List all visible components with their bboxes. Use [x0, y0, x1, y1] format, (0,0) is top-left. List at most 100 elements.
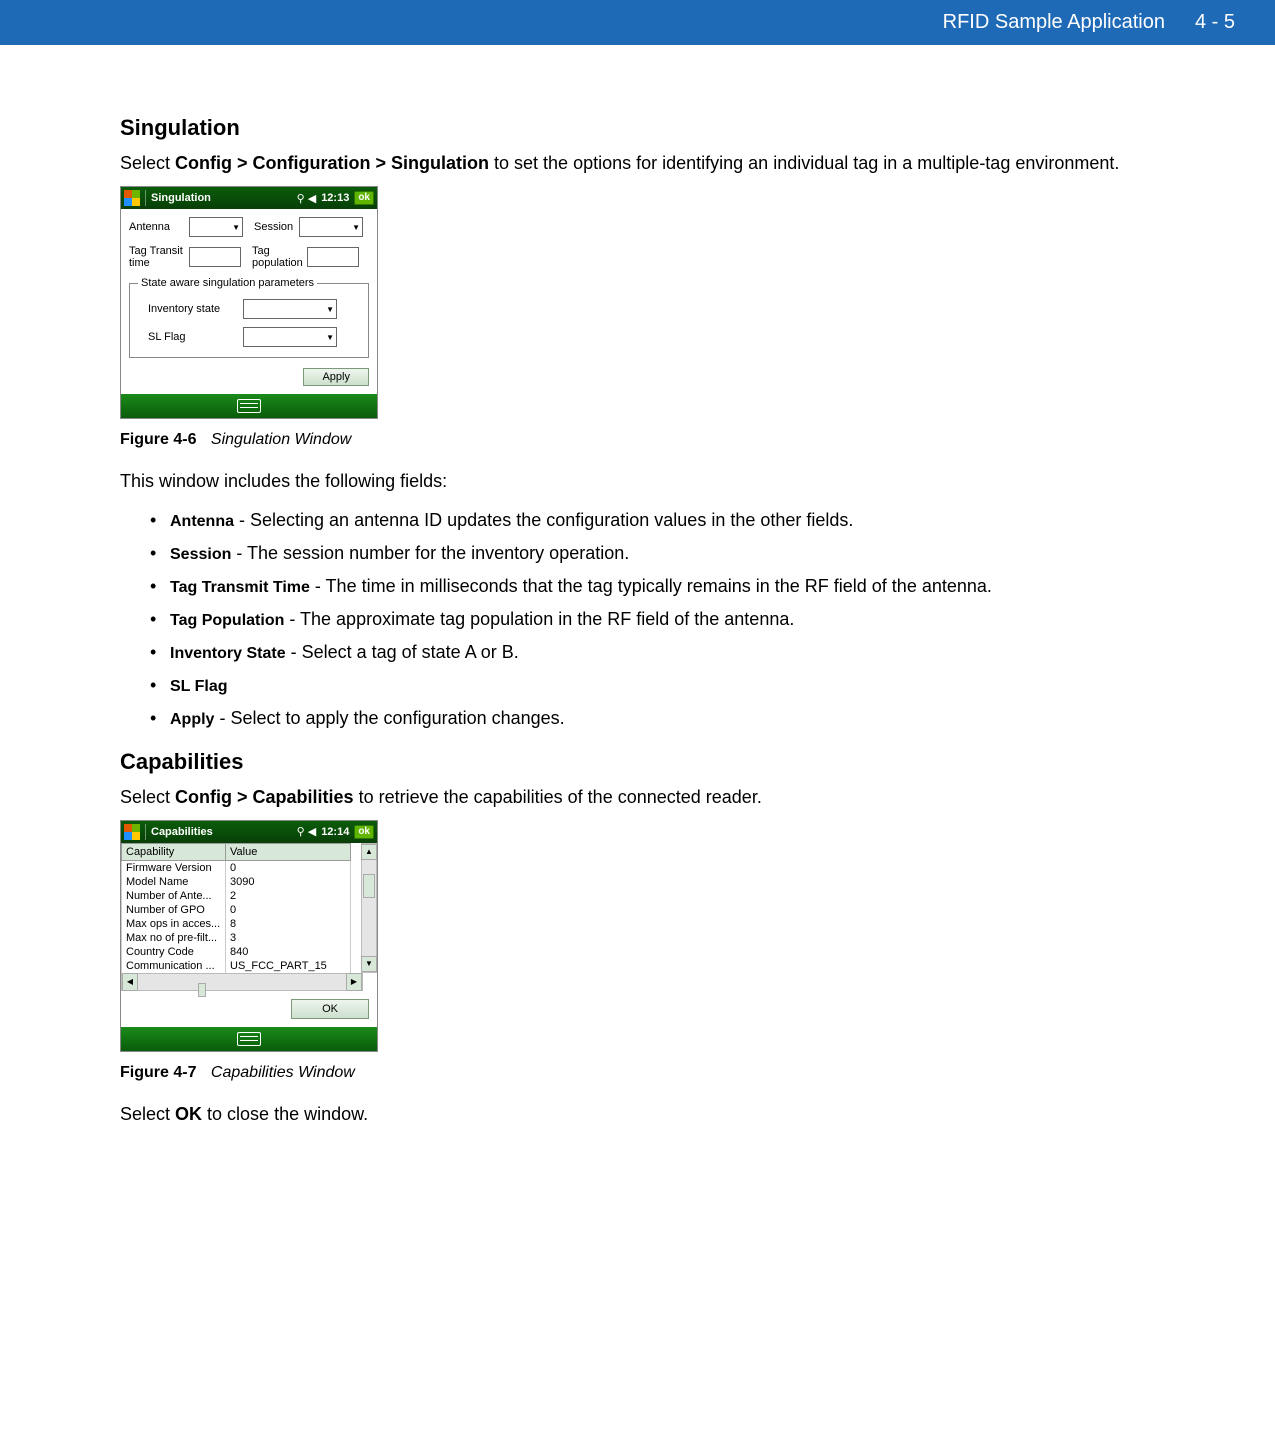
antenna-label: Antenna — [129, 221, 184, 233]
inventory-state-select[interactable]: ▼ — [243, 299, 337, 319]
scroll-thumb[interactable] — [198, 983, 206, 997]
scroll-left-icon[interactable]: ◀ — [122, 973, 138, 991]
table-row[interactable]: Communication ...US_FCC_PART_15 — [122, 959, 351, 973]
page-header: RFID Sample Application 4 - 5 — [0, 0, 1275, 45]
device-clock: 12:13 — [321, 192, 349, 204]
value-cell: US_FCC_PART_15 — [226, 959, 351, 973]
scroll-right-icon[interactable]: ▶ — [346, 973, 362, 991]
field-desc: - Select to apply the configuration chan… — [214, 708, 564, 728]
capability-cell: Max no of pre-filt... — [122, 931, 226, 945]
antenna-select[interactable]: ▼ — [189, 217, 243, 237]
tag-population-input[interactable] — [307, 247, 359, 267]
singulation-device-frame: Singulation ⚲ ◀ 12:13 ok Antenna ▼ Sessi… — [120, 186, 378, 419]
device-clock: 12:14 — [321, 826, 349, 838]
field-desc: - Select a tag of state A or B. — [286, 642, 519, 662]
field-term: Session — [170, 546, 231, 563]
value-cell: 0 — [226, 860, 351, 875]
field-desc: - Selecting an antenna ID updates the co… — [234, 510, 853, 530]
capability-cell: Number of GPO — [122, 903, 226, 917]
capability-cell: Country Code — [122, 945, 226, 959]
session-select[interactable]: ▼ — [299, 217, 363, 237]
capabilities-footer: Select OK to close the window. — [120, 1102, 1155, 1127]
table-row[interactable]: Firmware Version0 — [122, 860, 351, 875]
table-row[interactable]: Country Code840 — [122, 945, 351, 959]
volume-icon: ◀ — [308, 825, 316, 838]
keyboard-icon[interactable] — [237, 399, 261, 413]
state-aware-legend: State aware singulation parameters — [138, 277, 317, 289]
scroll-up-icon[interactable]: ▲ — [361, 844, 377, 860]
apply-button[interactable]: Apply — [303, 368, 369, 386]
device-titlebar: Capabilities ⚲ ◀ 12:14 ok — [121, 821, 377, 843]
field-desc: - The time in milliseconds that the tag … — [310, 576, 992, 596]
chevron-down-icon: ▼ — [326, 305, 334, 314]
value-cell: 3 — [226, 931, 351, 945]
field-term: Tag Population — [170, 612, 284, 629]
singulation-fields-list: Antenna - Selecting an antenna ID update… — [120, 510, 1155, 729]
ok-button[interactable]: OK — [291, 999, 369, 1019]
page-content: Singulation Select Config > Configuratio… — [0, 45, 1275, 1157]
chevron-down-icon: ▼ — [232, 223, 240, 232]
value-cell: 8 — [226, 917, 351, 931]
chevron-down-icon: ▼ — [326, 333, 334, 342]
list-item: Tag Population - The approximate tag pop… — [150, 609, 1155, 630]
field-desc: - The approximate tag population in the … — [284, 609, 794, 629]
fields-intro: This window includes the following field… — [120, 469, 1155, 494]
capabilities-intro: Select Config > Capabilities to retrieve… — [120, 785, 1155, 810]
sl-flag-select[interactable]: ▼ — [243, 327, 337, 347]
value-header[interactable]: Value — [226, 843, 351, 860]
start-icon[interactable] — [124, 190, 140, 206]
list-item: Apply - Select to apply the configuratio… — [150, 708, 1155, 729]
start-icon[interactable] — [124, 824, 140, 840]
singulation-menu-path: Config > Configuration > Singulation — [175, 153, 489, 173]
table-row[interactable]: Max no of pre-filt...3 — [122, 931, 351, 945]
device-footer — [121, 394, 377, 418]
table-row[interactable]: Number of Ante...2 — [122, 889, 351, 903]
inventory-state-label: Inventory state — [148, 303, 238, 315]
capabilities-menu-path: Config > Capabilities — [175, 787, 354, 807]
tag-population-label: Tag population — [252, 245, 302, 269]
capabilities-device-frame: Capabilities ⚲ ◀ 12:14 ok Capability Val… — [120, 820, 378, 1052]
sl-flag-label: SL Flag — [148, 331, 238, 343]
device-app-title: Capabilities — [151, 826, 292, 838]
capabilities-table: Capability Value Firmware Version0Model … — [121, 843, 351, 973]
keyboard-icon[interactable] — [237, 1032, 261, 1046]
titlebar-ok-button[interactable]: ok — [354, 825, 374, 839]
session-label: Session — [254, 221, 294, 233]
field-desc: - The session number for the inventory o… — [231, 543, 629, 563]
volume-icon: ◀ — [308, 192, 316, 205]
list-item: SL Flag — [150, 675, 1155, 696]
field-term: Apply — [170, 711, 214, 728]
scroll-down-icon[interactable]: ▼ — [361, 956, 377, 972]
scroll-thumb[interactable] — [363, 874, 375, 898]
table-row[interactable]: Number of GPO0 — [122, 903, 351, 917]
value-cell: 3090 — [226, 875, 351, 889]
list-item: Session - The session number for the inv… — [150, 543, 1155, 564]
table-row[interactable]: Max ops in acces...8 — [122, 917, 351, 931]
list-item: Antenna - Selecting an antenna ID update… — [150, 510, 1155, 531]
capabilities-heading: Capabilities — [120, 749, 1155, 775]
singulation-heading: Singulation — [120, 115, 1155, 141]
tag-transit-input[interactable] — [189, 247, 241, 267]
capability-header[interactable]: Capability — [122, 843, 226, 860]
figure-4-7-caption: Figure 4-7 Capabilities Window — [120, 1064, 1155, 1082]
value-cell: 2 — [226, 889, 351, 903]
device-footer — [121, 1027, 377, 1051]
field-term: Tag Transmit Time — [170, 579, 310, 596]
figure-4-6-caption: Figure 4-6 Singulation Window — [120, 431, 1155, 449]
device-titlebar: Singulation ⚲ ◀ 12:13 ok — [121, 187, 377, 209]
capability-cell: Max ops in acces... — [122, 917, 226, 931]
state-aware-fieldset: State aware singulation parameters Inven… — [129, 277, 369, 358]
tag-transit-label: Tag Transit time — [129, 245, 184, 269]
capability-cell: Model Name — [122, 875, 226, 889]
field-term: Inventory State — [170, 645, 286, 662]
vertical-scrollbar[interactable]: ▲ ▼ — [361, 843, 377, 973]
horizontal-scrollbar[interactable]: ◀ ▶ — [121, 973, 363, 991]
chevron-down-icon: ▼ — [352, 223, 360, 232]
capability-cell: Firmware Version — [122, 860, 226, 875]
titlebar-ok-button[interactable]: ok — [354, 191, 374, 205]
list-item: Tag Transmit Time - The time in millisec… — [150, 576, 1155, 597]
table-row[interactable]: Model Name3090 — [122, 875, 351, 889]
header-title: RFID Sample Application — [943, 11, 1165, 34]
signal-icon: ⚲ — [297, 192, 305, 205]
device-app-title: Singulation — [151, 192, 292, 204]
